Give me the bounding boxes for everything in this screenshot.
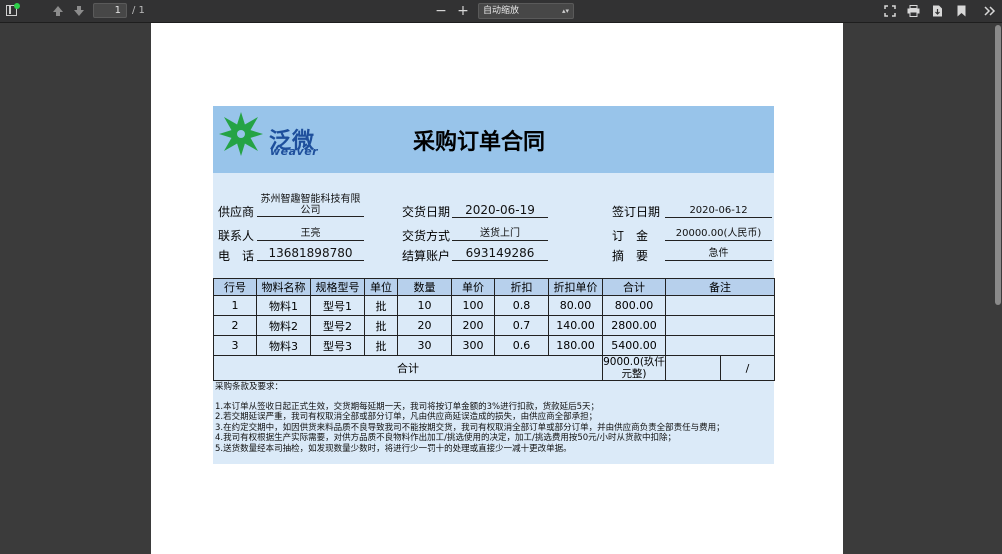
previous-page-icon[interactable] bbox=[52, 5, 64, 17]
account-value: 693149286 bbox=[452, 247, 548, 261]
total-label-cell: 合计 bbox=[213, 355, 603, 381]
pdf-page: 泛微 weaver 采购订单合同 供应商 苏州智趣智能科技有限公司 交货日期 2… bbox=[151, 23, 843, 554]
contact-label: 联系人 bbox=[218, 229, 255, 243]
page-total-label: / 1 bbox=[132, 5, 145, 16]
supplier-label: 供应商 bbox=[218, 205, 255, 219]
total-extra-cell: / bbox=[720, 355, 775, 381]
tools-chevron-icon[interactable] bbox=[984, 6, 996, 16]
table-cell bbox=[665, 315, 775, 336]
phone-value: 13681898780 bbox=[257, 247, 364, 261]
table-cell: 3 bbox=[213, 335, 257, 356]
table-header-cell: 单价 bbox=[451, 278, 495, 296]
table-header-row: 行号 物料名称 规格型号 单位 数量 单价 折扣 折扣单价 合计 备注 bbox=[213, 278, 775, 296]
table-cell: 180.00 bbox=[548, 335, 603, 356]
table-cell: 2800.00 bbox=[602, 315, 666, 336]
table-header-cell: 数量 bbox=[397, 278, 452, 296]
download-icon[interactable] bbox=[932, 5, 943, 17]
table-cell: 140.00 bbox=[548, 315, 603, 336]
brand-logo-subtext: weaver bbox=[270, 145, 319, 158]
table-row: 1 物料1 型号1 批 10 100 0.8 80.00 800.00 bbox=[213, 295, 775, 316]
terms-item: 4.我司有权根据生产实际需要，对供方品质不良物料作出加工/挑选使用的决定，加工/… bbox=[215, 433, 677, 443]
table-header-cell: 折扣单价 bbox=[548, 278, 603, 296]
purchase-order-document: 泛微 weaver 采购订单合同 供应商 苏州智趣智能科技有限公司 交货日期 2… bbox=[213, 106, 775, 464]
phone-label: 电 话 bbox=[218, 249, 255, 263]
table-cell: 物料2 bbox=[256, 315, 311, 336]
document-title: 采购订单合同 bbox=[413, 130, 546, 155]
table-cell: 0.7 bbox=[494, 315, 549, 336]
scrollbar-thumb[interactable] bbox=[995, 25, 1001, 305]
delivery-method-value: 送货上门 bbox=[452, 228, 548, 241]
table-cell: 物料3 bbox=[256, 335, 311, 356]
terms-item: 2.若交期延误严重，我司有权取消全部或部分订单，凡由供应商延误造成的损失，由供应… bbox=[215, 412, 598, 422]
pdf-toolbar: 1 / 1 − + 自动缩放 ▴▾ bbox=[0, 0, 1002, 23]
page-number-input[interactable]: 1 bbox=[93, 3, 127, 18]
table-cell: 型号2 bbox=[310, 315, 365, 336]
items-table: 行号 物料名称 规格型号 单位 数量 单价 折扣 折扣单价 合计 备注 1 物料… bbox=[213, 278, 775, 381]
table-cell: 80.00 bbox=[548, 295, 603, 316]
table-header-cell: 折扣 bbox=[494, 278, 549, 296]
table-cell: 0.8 bbox=[494, 295, 549, 316]
order-info-section: 供应商 苏州智趣智能科技有限公司 交货日期 2020-06-19 签订日期 20… bbox=[213, 173, 774, 278]
table-cell: 800.00 bbox=[602, 295, 666, 316]
table-cell: 批 bbox=[364, 295, 398, 316]
table-cell: 2 bbox=[213, 315, 257, 336]
table-cell: 5400.00 bbox=[602, 335, 666, 356]
terms-section: 采购条款及要求： 1.本订单从签收日起正式生效，交货期每延期一天，我司将按订单金… bbox=[213, 381, 774, 464]
account-label: 结算账户 bbox=[402, 249, 451, 263]
table-total-row: 合计 9000.0(玖仟元整) / bbox=[213, 355, 775, 381]
table-cell: 20 bbox=[397, 315, 452, 336]
contact-value: 王亮 bbox=[257, 228, 364, 241]
table-cell bbox=[665, 295, 775, 316]
total-value-cell: 9000.0(玖仟元整) bbox=[602, 355, 666, 381]
summary-label: 摘 要 bbox=[612, 249, 649, 263]
table-header-cell: 合计 bbox=[602, 278, 666, 296]
table-cell: 0.6 bbox=[494, 335, 549, 356]
table-header-cell: 备注 bbox=[665, 278, 775, 296]
table-cell: 批 bbox=[364, 335, 398, 356]
zoom-out-button[interactable]: − bbox=[434, 0, 448, 22]
table-header-cell: 行号 bbox=[213, 278, 257, 296]
table-header-cell: 物料名称 bbox=[256, 278, 311, 296]
delivery-method-label: 交货方式 bbox=[402, 229, 451, 243]
delivery-date-label: 交货日期 bbox=[402, 205, 451, 219]
sign-date-label: 签订日期 bbox=[612, 205, 661, 219]
terms-item: 3.在约定交期中，如因供货来料品质不良导致我司不能按期交货，我司有权取消全部订单… bbox=[215, 422, 725, 433]
table-header-cell: 规格型号 bbox=[310, 278, 365, 296]
next-page-icon[interactable] bbox=[73, 5, 85, 17]
table-cell: 型号1 bbox=[310, 295, 365, 316]
table-cell: 1 bbox=[213, 295, 257, 316]
total-blank-cell bbox=[665, 355, 721, 381]
zoom-in-button[interactable]: + bbox=[456, 0, 470, 22]
terms-item: 1.本订单从签收日起正式生效，交货期每延期一天，我司将按订单金额的3%进行扣款，… bbox=[215, 401, 600, 412]
table-cell: 30 bbox=[397, 335, 452, 356]
table-cell bbox=[665, 335, 775, 356]
delivery-date-value: 2020-06-19 bbox=[452, 204, 548, 218]
print-icon[interactable] bbox=[907, 5, 920, 17]
deposit-value: 20000.00(人民币) bbox=[665, 228, 772, 241]
terms-item: 5.送货数量经本司抽检，如发现数量少数时，将进行少一罚十的处理或直接少一减十更改… bbox=[215, 443, 572, 454]
zoom-select-value: 自动缩放 bbox=[483, 6, 520, 16]
table-cell: 100 bbox=[451, 295, 495, 316]
sign-date-value: 2020-06-12 bbox=[665, 205, 772, 218]
table-row: 2 物料2 型号2 批 20 200 0.7 140.00 2800.00 bbox=[213, 315, 775, 336]
supplier-value: 苏州智趣智能科技有限公司 bbox=[257, 194, 364, 217]
table-cell: 10 bbox=[397, 295, 452, 316]
zoom-select[interactable]: 自动缩放 ▴▾ bbox=[478, 3, 574, 19]
weaver-logo-icon bbox=[219, 112, 263, 156]
table-cell: 物料1 bbox=[256, 295, 311, 316]
presentation-mode-icon[interactable] bbox=[884, 5, 896, 17]
notification-dot-icon bbox=[14, 3, 20, 9]
terms-heading: 采购条款及要求： bbox=[215, 382, 284, 392]
summary-value: 急件 bbox=[665, 248, 772, 261]
table-row: 3 物料3 型号3 批 30 300 0.6 180.00 5400.00 bbox=[213, 335, 775, 356]
bookmark-icon[interactable] bbox=[957, 5, 966, 17]
table-cell: 200 bbox=[451, 315, 495, 336]
document-header: 泛微 weaver 采购订单合同 bbox=[213, 106, 774, 173]
table-cell: 型号3 bbox=[310, 335, 365, 356]
deposit-label: 订 金 bbox=[612, 229, 649, 243]
table-cell: 300 bbox=[451, 335, 495, 356]
chevron-updown-icon: ▴▾ bbox=[561, 7, 569, 15]
table-header-cell: 单位 bbox=[364, 278, 398, 296]
table-cell: 批 bbox=[364, 315, 398, 336]
